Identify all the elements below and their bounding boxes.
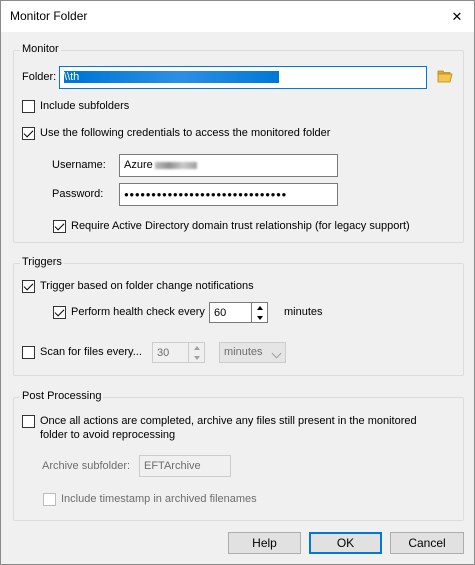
monitor-folder-dialog: Monitor Folder ✕ Monitor Folder: \\th In… <box>0 0 475 565</box>
help-button[interactable]: Help <box>228 532 301 554</box>
health-check-interval-input[interactable]: 60 <box>209 302 252 323</box>
require-ad-checkbox[interactable] <box>53 220 66 233</box>
scan-unit-value: minutes <box>224 346 263 358</box>
folder-input[interactable]: \\th <box>59 66 427 89</box>
archive-checkbox[interactable] <box>22 415 35 428</box>
include-subfolders-checkbox[interactable] <box>22 100 35 113</box>
ok-button-label: OK <box>336 536 355 550</box>
scan-interval-input[interactable]: 30 <box>152 342 189 363</box>
username-label: Username: <box>52 159 106 171</box>
use-credentials-label: Use the following credentials to access … <box>40 127 331 139</box>
archive-subfolder-value: EFTArchive <box>144 460 201 472</box>
username-value: Azure <box>124 159 153 171</box>
timestamp-checkbox[interactable] <box>43 493 56 506</box>
archive-label-line1: Once all actions are completed, archive … <box>40 415 417 427</box>
scan-files-checkbox[interactable] <box>22 346 35 359</box>
scan-unit-select[interactable]: minutes <box>219 342 286 363</box>
scan-interval-value: 30 <box>157 347 170 359</box>
health-check-unit: minutes <box>284 306 323 318</box>
timestamp-label: Include timestamp in archived filenames <box>61 493 257 505</box>
username-input[interactable]: Azure <box>119 154 338 177</box>
title-bar: Monitor Folder ✕ <box>1 1 474 32</box>
health-check-interval-value: 60 <box>214 307 227 319</box>
cancel-button-label: Cancel <box>408 536 446 550</box>
use-credentials-checkbox[interactable] <box>22 127 35 140</box>
health-check-spinner[interactable] <box>252 302 268 323</box>
folder-value: \\th <box>64 71 80 83</box>
cancel-button[interactable]: Cancel <box>390 532 464 554</box>
monitor-group-label: Monitor <box>20 43 61 55</box>
include-subfolders-label: Include subfolders <box>40 100 130 112</box>
close-icon: ✕ <box>451 8 463 24</box>
password-label: Password: <box>52 188 104 200</box>
password-value: ●●●●●●●●●●●●●●●●●●●●●●●●●●●●●● <box>124 190 287 199</box>
health-check-label: Perform health check every <box>71 306 205 318</box>
scan-interval-spinner[interactable] <box>189 342 205 363</box>
dialog-title: Monitor Folder <box>10 9 88 23</box>
password-input[interactable]: ●●●●●●●●●●●●●●●●●●●●●●●●●●●●●● <box>119 183 338 206</box>
archive-label-line2: folder to avoid reprocessing <box>40 429 176 441</box>
change-notifications-label: Trigger based on folder change notificat… <box>40 280 254 292</box>
require-ad-label: Require Active Directory domain trust re… <box>71 220 410 232</box>
spin-down-icon[interactable] <box>189 353 204 363</box>
scan-files-label: Scan for files every... <box>40 346 142 358</box>
ok-button[interactable]: OK <box>309 532 382 554</box>
archive-subfolder-input[interactable]: EFTArchive <box>139 455 231 477</box>
post-processing-group-label: Post Processing <box>20 390 104 402</box>
close-button[interactable]: ✕ <box>440 1 474 32</box>
username-redacted <box>154 161 197 169</box>
spin-down-icon[interactable] <box>252 313 267 323</box>
spin-up-icon[interactable] <box>252 303 267 313</box>
change-notifications-checkbox[interactable] <box>22 280 35 293</box>
folder-open-icon[interactable] <box>437 69 453 83</box>
folder-value-redacted <box>79 71 280 84</box>
chevron-down-icon <box>271 348 282 359</box>
triggers-group-label: Triggers <box>20 256 64 268</box>
help-button-label: Help <box>252 536 277 550</box>
spin-up-icon[interactable] <box>189 343 204 353</box>
archive-subfolder-label: Archive subfolder: <box>42 460 131 472</box>
health-check-checkbox[interactable] <box>53 306 66 319</box>
folder-label: Folder: <box>22 71 57 83</box>
